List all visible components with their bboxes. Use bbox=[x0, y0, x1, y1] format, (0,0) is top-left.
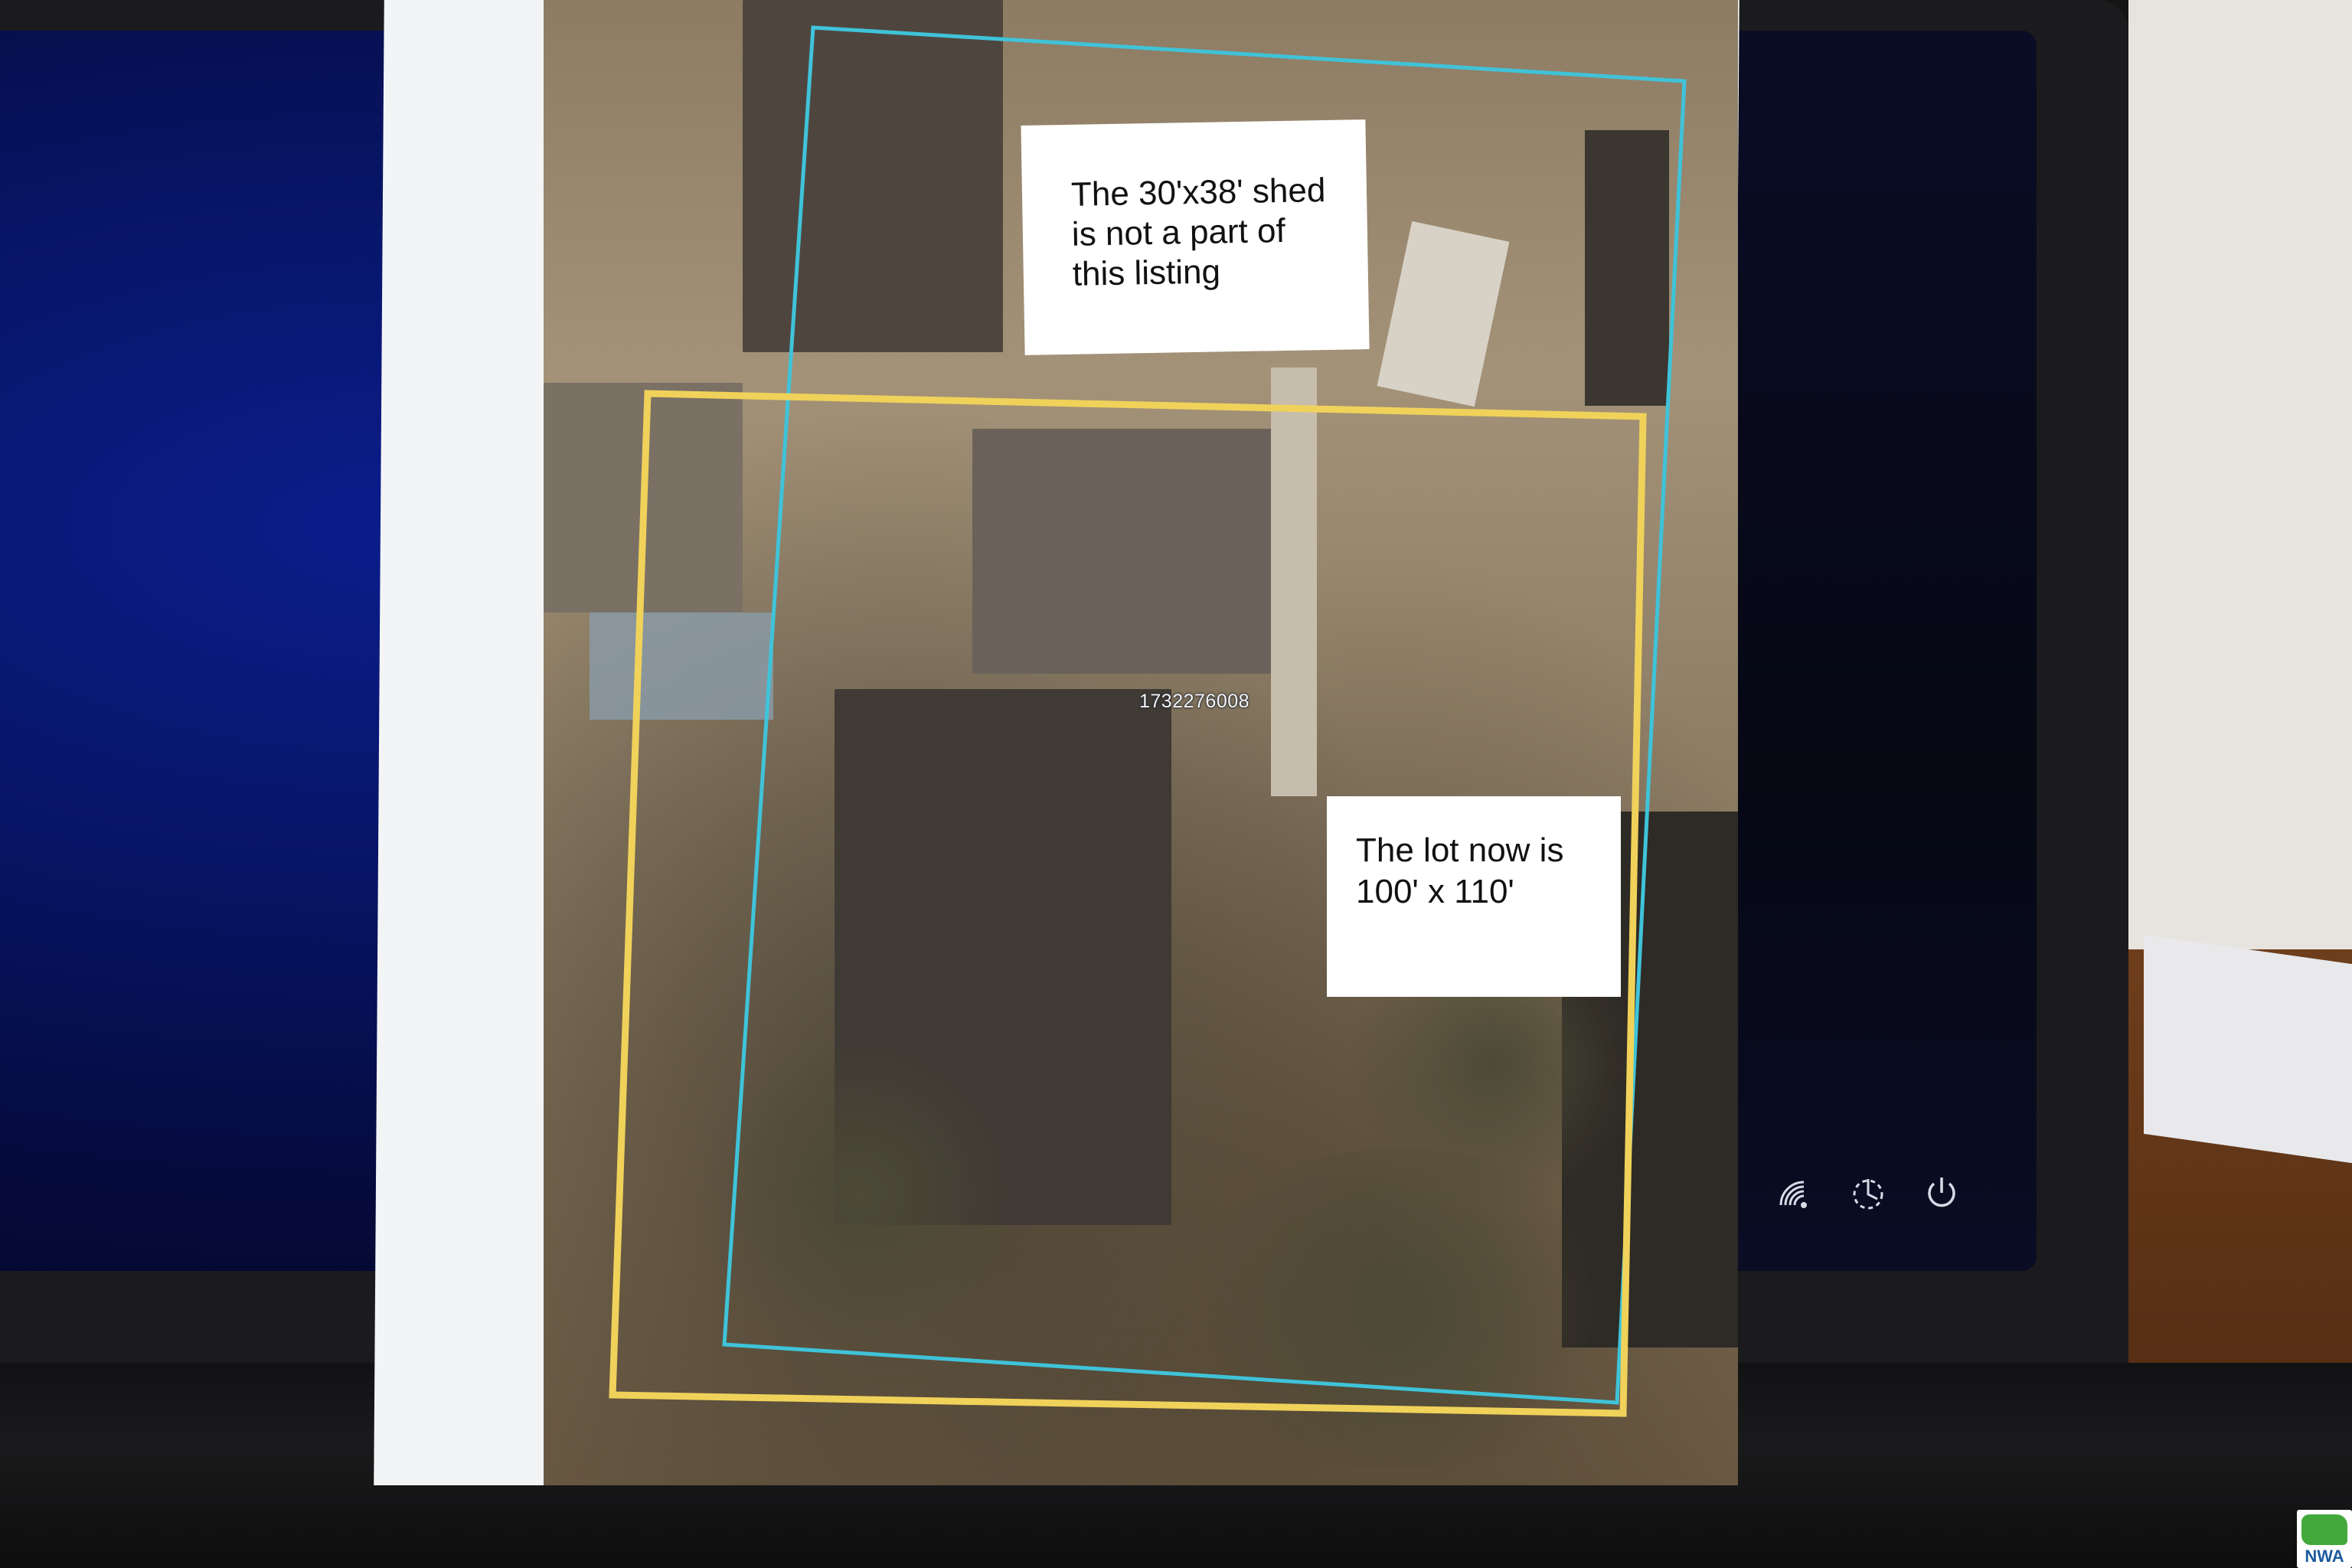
shed-note-line-1: The 30'x38' shed bbox=[1070, 172, 1326, 214]
shed-roof bbox=[743, 0, 1003, 352]
shed-note-label: The 30'x38' shed is not a part of this l… bbox=[1021, 119, 1370, 355]
background-wall bbox=[2128, 0, 2352, 965]
tree-shadow-2 bbox=[1171, 1148, 1631, 1470]
small-structure bbox=[1377, 220, 1510, 407]
driveway bbox=[1271, 368, 1317, 796]
power-icon[interactable] bbox=[1920, 1171, 1963, 1214]
desk-paper bbox=[2144, 934, 2352, 1164]
shed-note-line-2: is not a part of bbox=[1071, 211, 1286, 253]
lot-note-line-2: 100' x 110' bbox=[1356, 873, 1514, 910]
accessibility-icon[interactable] bbox=[1847, 1171, 1890, 1214]
watermark-text: NWA bbox=[2305, 1547, 2344, 1566]
lot-note-line-1: The lot now is bbox=[1356, 831, 1564, 869]
tree-shadow bbox=[697, 1034, 1018, 1355]
pool bbox=[590, 612, 773, 720]
neighbor-building bbox=[1585, 130, 1669, 406]
watermark-logo: NWA bbox=[2297, 1510, 2352, 1568]
lot-size-label: The lot now is 100' x 110' bbox=[1327, 796, 1621, 997]
system-tray bbox=[1773, 1171, 1963, 1214]
map-icon bbox=[2301, 1514, 2347, 1545]
shed-note-line-3: this listing bbox=[1072, 253, 1221, 293]
garage-roof bbox=[972, 429, 1279, 674]
parcel-id-label: 1732276008 bbox=[1139, 691, 1250, 712]
left-neighbor-roof bbox=[544, 383, 743, 612]
wifi-icon[interactable] bbox=[1773, 1171, 1816, 1214]
photo-scene: The 30'x38' shed is not a part of this l… bbox=[0, 0, 2352, 1568]
